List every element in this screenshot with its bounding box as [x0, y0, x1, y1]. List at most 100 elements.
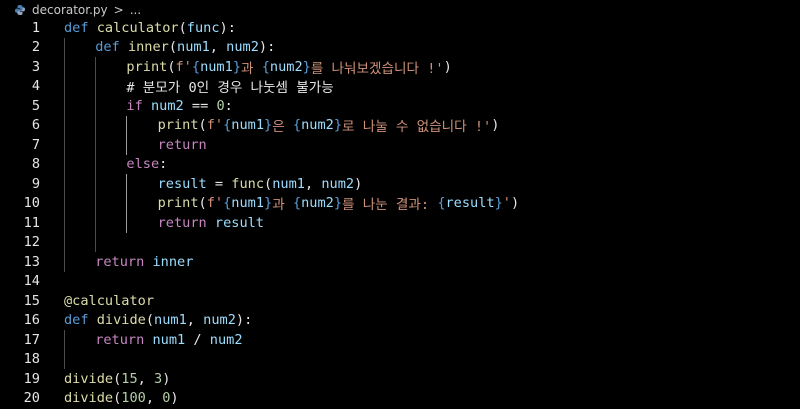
code-token: {: [223, 195, 232, 212]
code-line[interactable]: 11 return result: [0, 213, 800, 233]
indent-guide: [126, 174, 128, 194]
line-number: 9: [31, 175, 40, 192]
breadcrumb: decorator.py > ...: [0, 0, 800, 20]
code-token: ): [170, 390, 179, 407]
code-line[interactable]: 15 @calculator: [0, 291, 800, 311]
indent-guide: [95, 57, 97, 77]
code-token: ):: [258, 39, 276, 56]
code-line[interactable]: 18: [0, 349, 800, 369]
indent-guide: [126, 213, 128, 233]
code-line[interactable]: 12: [0, 232, 800, 252]
code-token: print: [126, 58, 168, 75]
code-text: divide(15, 3): [64, 369, 170, 389]
code-line[interactable]: 10 print(f'{num1} 과 {num2} 를 나눈 결과: {result…: [0, 193, 800, 213]
code-token: }: [302, 58, 311, 75]
code-line[interactable]: 1 def calculator(func):: [0, 18, 800, 38]
breadcrumb-more[interactable]: ...: [130, 3, 141, 17]
code-token: ):: [219, 19, 236, 36]
code-token: (: [178, 19, 187, 36]
code-line[interactable]: 7 return: [0, 135, 800, 155]
indent-guide: [95, 76, 97, 96]
code-editor[interactable]: 1 def calculator(func): 2 def inner(num1, n…: [0, 18, 800, 409]
code-token: /: [185, 331, 210, 348]
code-line[interactable]: 16 def divide(num1, num2):: [0, 311, 800, 331]
indent-guide: [64, 252, 65, 272]
code-token: (: [264, 175, 273, 192]
code-token: ,: [137, 370, 155, 387]
code-token: num2: [301, 195, 334, 212]
code-text: return num1 / num2: [95, 330, 242, 350]
indent-guide: [64, 330, 65, 350]
code-token: divide: [64, 390, 114, 407]
code-line[interactable]: 2 def inner(num1, num2):: [0, 37, 800, 57]
code-token: (: [145, 312, 155, 329]
code-line[interactable]: 9 result = func(num1, num2): [0, 174, 800, 194]
indent-guide: [95, 96, 97, 116]
code-token: num1: [154, 312, 187, 329]
indent-guide: [64, 96, 65, 116]
code-text: result = func(num1, num2): [158, 174, 363, 194]
code-line[interactable]: 5 if num2 == 0:: [0, 96, 800, 116]
breadcrumb-file-name[interactable]: decorator.py: [32, 3, 108, 17]
indent-guide: [64, 232, 65, 252]
indent-guide: [64, 213, 65, 233]
line-number: 11: [23, 214, 40, 231]
code-line[interactable]: 19 divide(15, 3): [0, 369, 800, 389]
line-number: 13: [23, 253, 40, 270]
line-number: 14: [23, 273, 40, 290]
code-token: func: [231, 175, 265, 192]
indent-guide: [64, 154, 65, 174]
code-line[interactable]: 14: [0, 272, 800, 292]
indent-guide: [95, 135, 97, 155]
indent-guide: [64, 57, 65, 77]
line-number: 17: [23, 331, 40, 348]
code-text: print(f'{num1} 과 {num2} 를 나눈 결과: {result} '…: [158, 194, 520, 213]
code-line[interactable]: 17 return num1 / num2: [0, 330, 800, 350]
indent-guide: [64, 135, 65, 155]
code-token: num1: [272, 175, 305, 192]
code-token: def: [64, 19, 89, 36]
code-line[interactable]: 8 else:: [0, 154, 800, 174]
code-token: num2: [203, 312, 236, 329]
code-token: num2: [269, 58, 303, 75]
code-token: ,: [186, 312, 204, 329]
code-token: # 분모가 0인 경우 나눗셈 불가능: [126, 80, 334, 97]
indent-guide: [126, 193, 128, 213]
code-token: (: [168, 39, 178, 56]
code-token: if: [126, 97, 143, 114]
code-token: divide: [64, 370, 114, 387]
code-token: num1: [177, 39, 210, 56]
indent-guide: [95, 115, 97, 135]
code-token: f': [175, 58, 192, 75]
code-line[interactable]: 20 divide(100, 0): [0, 389, 800, 409]
code-line[interactable]: 6 print(f'{num1} 은 {num2} 로 나눌 수 없습니다 !'): [0, 115, 800, 135]
indent-guide: [64, 37, 65, 57]
line-number: 1: [31, 19, 40, 36]
code-token: 과: [241, 60, 262, 77]
code-token: ==: [183, 97, 217, 114]
line-number: 10: [23, 195, 40, 212]
code-token: num2: [209, 331, 243, 348]
line-number: 19: [23, 370, 40, 387]
code-line[interactable]: 13 return inner: [0, 252, 800, 272]
code-token: result: [157, 175, 207, 192]
code-token: ): [354, 175, 363, 192]
code-line[interactable]: 4 # 분모가 0인 경우 나눗셈 불가능: [0, 76, 800, 97]
code-token: num2: [301, 117, 334, 134]
code-token: def: [64, 312, 89, 329]
indent-guide: [95, 154, 97, 174]
code-token: {: [191, 58, 201, 75]
code-token: num1: [231, 195, 265, 212]
code-text: def calculator(func):: [64, 18, 236, 38]
code-token: return: [95, 253, 145, 270]
indent-guide: [64, 193, 65, 213]
line-number: 2: [31, 39, 40, 56]
code-line[interactable]: 3 print(f'{num1} 과 {num2} 를 나눠보겠습니다 !'): [0, 57, 800, 77]
code-token: @calculator: [64, 292, 155, 309]
code-text: if num2 == 0:: [126, 96, 232, 116]
code-token: :: [159, 156, 168, 173]
